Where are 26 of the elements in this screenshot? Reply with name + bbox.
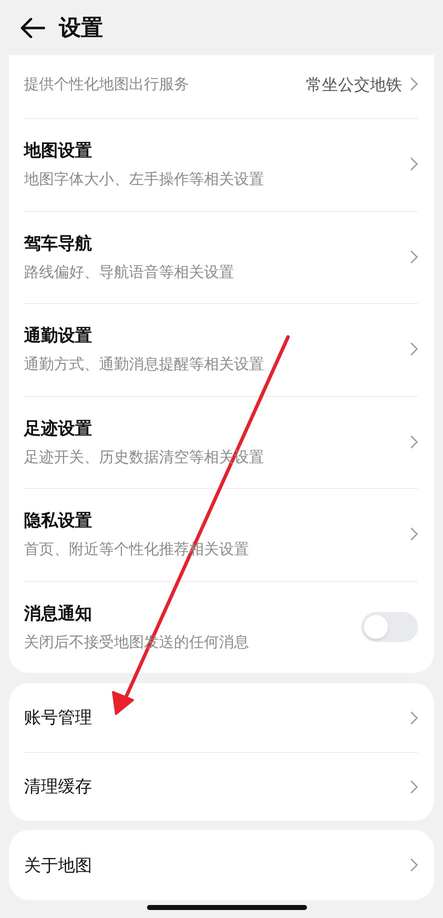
setting-title: 账号管理 bbox=[24, 707, 93, 729]
setting-title: 清理缓存 bbox=[24, 776, 93, 798]
setting-title: 隐私设置 bbox=[24, 510, 93, 532]
setting-title: 通勤设置 bbox=[24, 325, 93, 348]
chevron-icon[interactable] bbox=[410, 710, 418, 724]
chevron-icon[interactable] bbox=[410, 157, 418, 172]
setting-description: 地图字体大小、左手操作等相关设置 bbox=[24, 170, 264, 190]
chevron-icon[interactable] bbox=[410, 858, 418, 872]
setting-description: 路线偏好、导航语音等相关设置 bbox=[24, 262, 234, 282]
chevron-icon[interactable] bbox=[410, 527, 418, 542]
setting-description: 通勤方式、通勤消息提醒等相关设置 bbox=[24, 355, 264, 374]
setting-value: 常坐公交地铁 bbox=[306, 75, 402, 96]
setting-title: 关于地图 bbox=[24, 854, 93, 876]
chevron-icon[interactable] bbox=[410, 780, 418, 794]
page-title: 设置 bbox=[59, 14, 103, 42]
setting-title: 足迹设置 bbox=[24, 418, 93, 440]
setting-title: 消息通知 bbox=[24, 602, 93, 625]
chevron-icon[interactable] bbox=[410, 77, 418, 91]
setting-description: 提供个性化地图出行服务 bbox=[24, 75, 189, 94]
back-icon[interactable] bbox=[20, 18, 45, 38]
notification-toggle[interactable] bbox=[361, 612, 418, 642]
chevron-icon[interactable] bbox=[410, 250, 418, 264]
setting-title: 驾车导航 bbox=[24, 232, 93, 255]
setting-title: 地图设置 bbox=[24, 140, 93, 162]
chevron-icon[interactable] bbox=[410, 434, 418, 449]
chevron-icon[interactable] bbox=[410, 342, 418, 356]
